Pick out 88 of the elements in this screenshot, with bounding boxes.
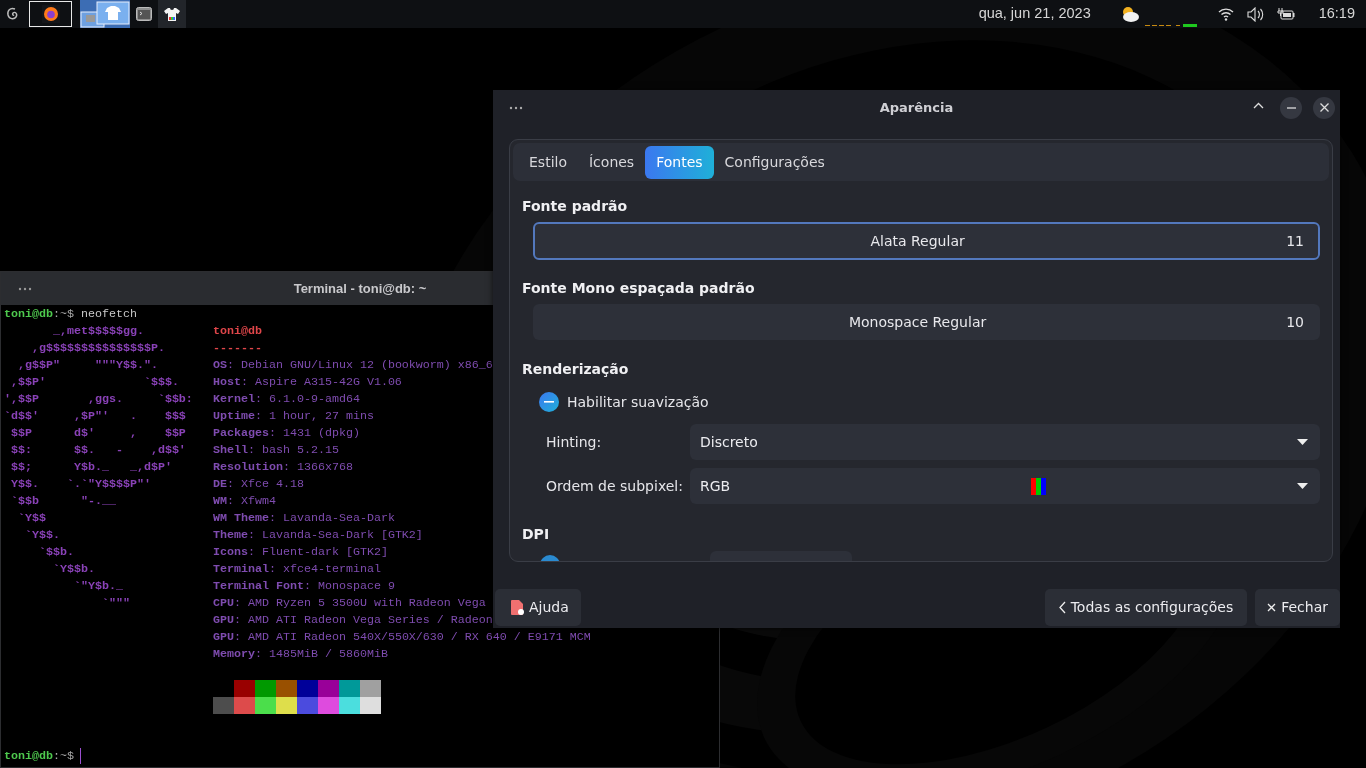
- font-button[interactable]: Alata Regular 11: [533, 222, 1320, 260]
- ascii-art-line: ,g$$$$$$$$$$$$$$$P.: [30, 341, 165, 355]
- window-title: Terminal - toni@db: ~: [293, 279, 427, 298]
- info-line: CPU: AMD Ryzen 5 3500U with Radeon Vega: [213, 595, 486, 612]
- text-cursor: [79, 748, 81, 764]
- rgb-stripes-icon: [1031, 478, 1046, 495]
- prompt-user: toni@db: [4, 306, 53, 323]
- ascii-art-line: Y$$. `.`"Y$$$$P"': [10, 477, 151, 491]
- info-line: Host: Aspire A315-42G V1.06: [213, 374, 402, 391]
- info-line: WM Theme: Lavanda-Sea-Dark: [213, 510, 395, 527]
- dash-icon: [544, 401, 554, 403]
- tab[interactable]: Configurações: [713, 145, 836, 179]
- tab[interactable]: Estilo: [518, 145, 578, 179]
- chevron-left-icon: [1058, 601, 1066, 614]
- close-button[interactable]: Fechar: [1255, 589, 1340, 626]
- info-line: Memory: 1485MiB / 5860MiB: [213, 646, 388, 663]
- terminal-icon[interactable]: [136, 7, 152, 21]
- font-button[interactable]: Monospace Regular 10: [533, 304, 1320, 340]
- cpu-graph-drawing: [1144, 24, 1197, 27]
- prompt-user: toni@db: [4, 748, 53, 765]
- ascii-art-line: `Y$$: [17, 511, 46, 525]
- caret-icon: [1297, 439, 1308, 445]
- battery-icon[interactable]: [1276, 7, 1295, 21]
- info-line: Packages: 1431 (dpkg): [213, 425, 360, 442]
- field-label: Ordem de subpixel:: [546, 476, 684, 496]
- ascii-art-line: `Y$$.: [24, 528, 60, 542]
- menu-icon[interactable]: [18, 286, 32, 291]
- section-heading: Renderização: [522, 360, 630, 379]
- info-line: GPU: AMD ATI Radeon Vega Series / Radeon: [213, 612, 493, 629]
- ascii-art-line: `"Y$b._: [72, 579, 123, 593]
- prompt-path: :~$: [52, 306, 74, 323]
- globe-icon: [41, 5, 60, 23]
- window-title: Aparência: [879, 98, 954, 117]
- dropdown[interactable]: RGB: [690, 468, 1320, 504]
- ascii-art-line: $$: $$. - ,d$$': [10, 443, 186, 457]
- checkbox[interactable]: [539, 392, 559, 412]
- ascii-art-line: `d$$' ,$P"' . $$$: [4, 409, 186, 423]
- settings-button[interactable]: [158, 0, 186, 28]
- info-line: Resolution: 1366x768: [213, 459, 353, 476]
- info-line: Terminal Font: Monospace 9: [213, 578, 395, 595]
- ascii-art-line: $$P d$' , $$P: [10, 426, 186, 440]
- info-line: DE: Xfce 4.18: [213, 476, 304, 493]
- workspace-pager[interactable]: [80, 0, 130, 28]
- volume-icon[interactable]: [1246, 6, 1264, 22]
- caret-icon: [1297, 483, 1308, 489]
- menu-icon[interactable]: [509, 105, 523, 110]
- info-line: OS: Debian GNU/Linux 12 (bookworm) x86_6: [213, 357, 493, 374]
- swirl-icon[interactable]: [6, 6, 20, 22]
- info-line: WM: Xfwm4: [213, 493, 276, 510]
- taskbar-button[interactable]: [29, 1, 72, 27]
- help-button[interactable]: Ajuda: [495, 589, 581, 626]
- close-icon: [1267, 603, 1277, 612]
- wifi-icon[interactable]: [1217, 7, 1234, 21]
- info-line: Theme: Lavanda-Sea-Dark [GTK2]: [213, 527, 423, 544]
- document-icon: [511, 600, 524, 615]
- info-line: Terminal: xfce4-terminal: [213, 561, 381, 578]
- ascii-art-line: ,$$P' `$$$.: [10, 375, 179, 389]
- date-label: qua, jun 21, 2023: [978, 4, 1091, 24]
- all-settings-button[interactable]: Todas as configurações: [1044, 589, 1248, 626]
- field-label: Hinting:: [546, 432, 603, 452]
- tab[interactable]: Ícones: [578, 145, 646, 179]
- info-line: Uptime: 1 hour, 27 mins: [213, 408, 374, 425]
- info-line: GPU: AMD ATI Radeon 540X/550X/630 / RX 640 / E9171 MCM: [213, 629, 591, 646]
- section-heading: DPI: [522, 525, 551, 544]
- section-heading: Fonte Mono espaçada padrão: [522, 279, 756, 298]
- command-text: neofetch: [79, 306, 137, 323]
- checkbox-label: Habilitar suavização: [567, 392, 709, 412]
- dropdown[interactable]: Discreto: [690, 424, 1320, 460]
- ascii-art-line: $$; Y$b._ _,d$P': [10, 460, 172, 474]
- shirt-icon: [164, 7, 180, 21]
- info-line: Shell: bash 5.2.15: [213, 442, 339, 459]
- ascii-art-line: ',$$P ,ggs. `$$b:: [4, 392, 193, 406]
- ascii-art-line: `$$b "-.__: [10, 494, 116, 508]
- ascii-art-line: _,met$$$$$gg.: [51, 324, 144, 338]
- info-line: Icons: Fluent-dark [GTK2]: [213, 544, 388, 561]
- separator-line: -------: [213, 340, 262, 357]
- ascii-art-line: `""": [100, 596, 130, 610]
- info-line: Kernel: 6.1.0-9-amd64: [213, 391, 360, 408]
- ascii-art-line: `Y$$b.: [51, 562, 95, 576]
- close-button[interactable]: [1313, 96, 1335, 119]
- ascii-art-line: `$$b.: [37, 545, 74, 559]
- clock-label: 16:19: [1318, 4, 1355, 24]
- ascii-art-line: ,g$$P" """Y$$.".: [17, 358, 158, 372]
- minimize-button[interactable]: [1280, 96, 1302, 119]
- host-header: toni@db: [213, 323, 262, 340]
- section-heading: Fonte padrão: [522, 197, 629, 216]
- close-icon: [1318, 102, 1330, 113]
- prompt-path: :~$: [52, 748, 74, 765]
